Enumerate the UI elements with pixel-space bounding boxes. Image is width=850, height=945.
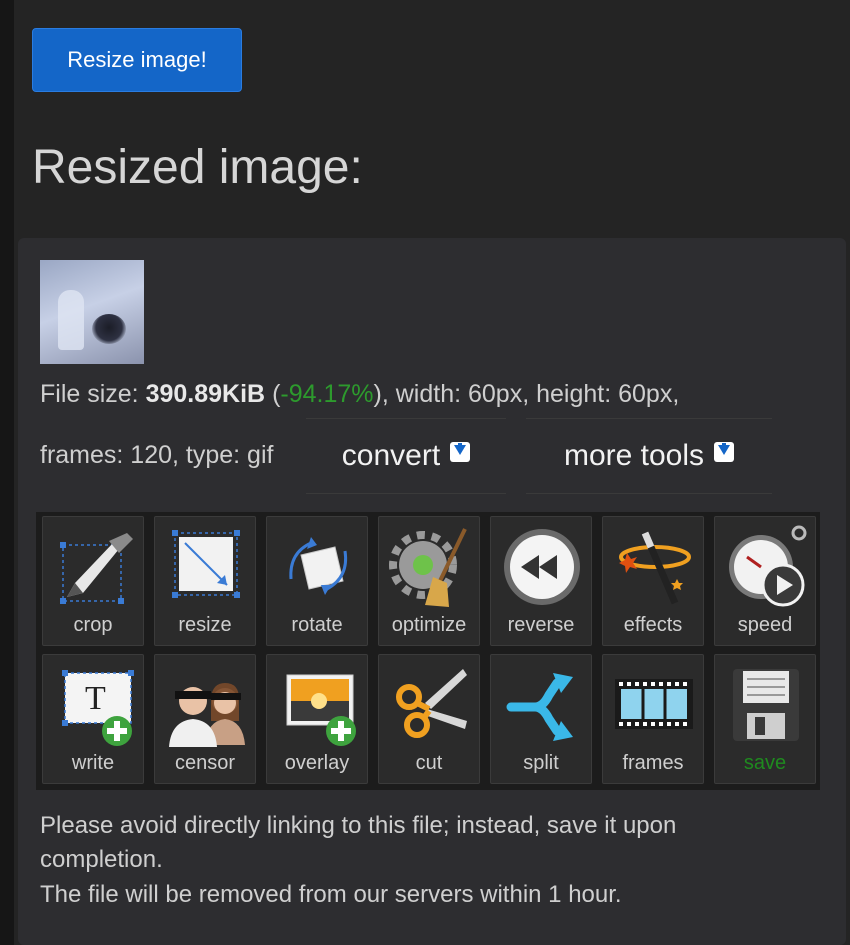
tool-speed[interactable]: speed	[714, 516, 816, 646]
file-size-label: File size:	[40, 380, 146, 408]
resized-image-thumbnail[interactable]	[40, 260, 144, 364]
crop-icon	[60, 533, 133, 604]
rotate-icon	[289, 537, 348, 595]
tool-overlay[interactable]: overlay	[266, 654, 368, 784]
overlay-icon	[286, 674, 356, 746]
tool-crop[interactable]: crop	[42, 516, 144, 646]
file-size-value: 390.89KiB	[145, 380, 266, 408]
tool-rotate[interactable]: rotate	[266, 516, 368, 646]
tool-label: censor	[174, 752, 236, 774]
resize-image-button[interactable]: Resize image!	[32, 28, 242, 92]
censor-icon	[169, 683, 245, 747]
tool-label: save	[743, 752, 787, 774]
tool-optimize[interactable]: optimize	[378, 516, 480, 646]
dimensions-text: ), width: 60px, height: 60px,	[373, 380, 680, 408]
more-tools-dropdown[interactable]: more tools	[526, 418, 772, 494]
paren-open: (	[265, 380, 281, 408]
tool-resize[interactable]: resize	[154, 516, 256, 646]
tool-effects[interactable]: effects	[602, 516, 704, 646]
split-icon	[506, 673, 573, 741]
size-change-percent: -94.17%	[280, 380, 374, 408]
page-title: Resized image:	[32, 141, 363, 194]
tools-grid: crop resize rotate optimize reverse effe…	[36, 512, 820, 790]
effects-icon	[619, 531, 691, 605]
tool-label: reverse	[507, 614, 575, 636]
tool-reverse[interactable]: reverse	[490, 516, 592, 646]
tool-label: effects	[623, 614, 683, 636]
chevron-down-icon	[714, 442, 735, 462]
resize-icon	[172, 530, 240, 598]
tool-label: optimize	[391, 614, 467, 636]
cut-icon	[396, 669, 467, 738]
tool-cut[interactable]: cut	[378, 654, 480, 784]
tool-write[interactable]: T write	[42, 654, 144, 784]
tool-label: overlay	[284, 752, 350, 774]
note-line-2: completion.	[40, 846, 163, 873]
note-line-1: Please avoid directly linking to this fi…	[40, 812, 677, 839]
thumbnail-figure	[58, 290, 84, 350]
tool-split[interactable]: split	[490, 654, 592, 784]
tool-frames[interactable]: frames	[602, 654, 704, 784]
convert-label: convert	[341, 439, 441, 472]
file-info-line2: frames: 120, type: gif	[40, 441, 274, 469]
tool-label: crop	[73, 614, 113, 636]
tool-save[interactable]: save	[714, 654, 816, 784]
thumbnail-hole	[92, 314, 126, 344]
note-line-3: The file will be removed from our server…	[40, 881, 622, 908]
more-tools-label: more tools	[563, 439, 705, 472]
chevron-down-icon	[450, 442, 471, 462]
speed-icon	[729, 525, 807, 607]
tool-label: write	[71, 752, 115, 774]
convert-dropdown[interactable]: convert	[306, 418, 506, 494]
tool-label: frames	[622, 752, 684, 774]
svg-text:T: T	[85, 680, 106, 717]
tool-label: resize	[178, 614, 232, 636]
tool-label: cut	[415, 752, 443, 774]
frames-icon	[615, 679, 693, 729]
file-info-line1: File size: 390.89KiB (-94.17%), width: 6…	[40, 380, 679, 409]
tool-label: split	[523, 752, 559, 774]
reverse-icon	[504, 529, 580, 605]
tool-label: rotate	[291, 614, 343, 636]
tool-label: speed	[737, 614, 793, 636]
tool-censor[interactable]: censor	[154, 654, 256, 784]
save-icon	[733, 669, 799, 741]
write-icon: T	[62, 670, 134, 746]
optimize-icon	[389, 528, 467, 607]
